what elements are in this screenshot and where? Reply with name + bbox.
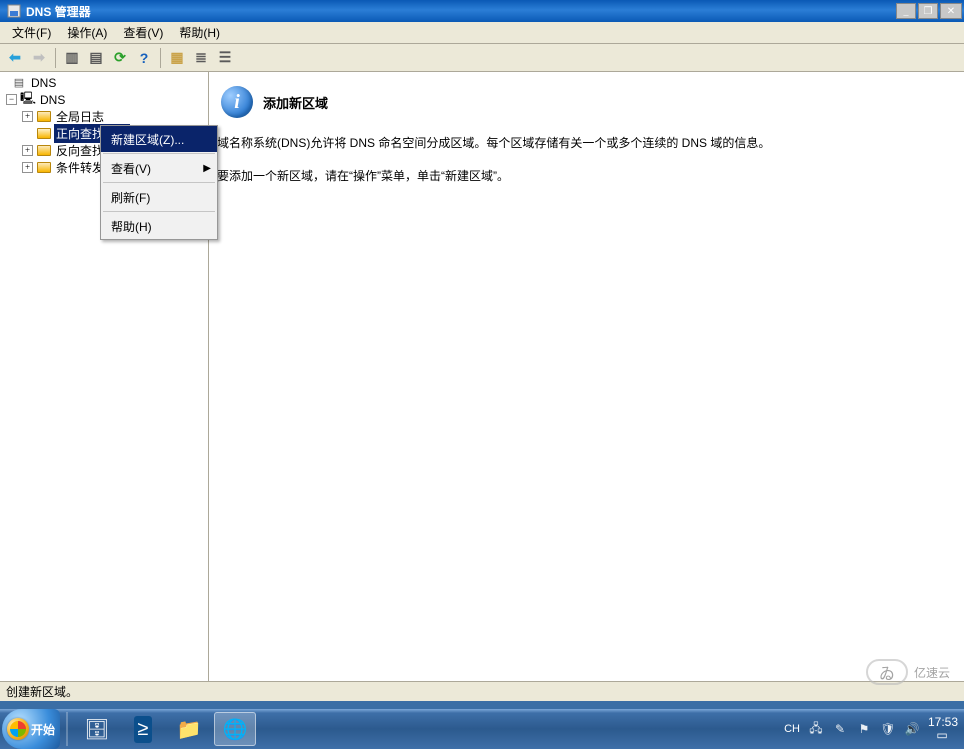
status-text: 创建新区域。 <box>6 683 78 700</box>
tree-node-0[interactable]: +全局日志 <box>2 108 208 125</box>
system-tray: CH 🖧 ✎ ⚑ 🛡 🔊 17:53 ▭ <box>784 716 964 742</box>
content-paragraph-1: 域名称系统(DNS)允许将 DNS 命名空间分成区域。每个区域存储有关一个或多个… <box>217 134 956 153</box>
content-body: 域名称系统(DNS)允许将 DNS 命名空间分成区域。每个区域存储有关一个或多个… <box>217 134 956 186</box>
explorer-icon[interactable]: 📁 <box>168 712 210 746</box>
up-icon[interactable]: ▥ <box>61 47 83 69</box>
dns-manager-icon-glyph: 🌐 <box>219 715 252 744</box>
watermark: ゐ 亿速云 <box>866 659 950 685</box>
powershell-icon-glyph: ≥ <box>134 716 153 743</box>
expand-icon[interactable]: + <box>22 162 33 173</box>
statusbar: 创建新区域。 <box>0 681 964 701</box>
close-button[interactable]: ✕ <box>940 3 962 19</box>
speaker-icon[interactable]: 🔊 <box>904 721 920 737</box>
content-header: i 添加新区域 <box>221 86 956 118</box>
folder-icon <box>36 127 52 140</box>
lang-indicator[interactable]: CH <box>784 723 800 735</box>
context-menu-item-6[interactable]: 帮助(H) <box>101 213 217 239</box>
toolbar: ⬅➡ ▥▤⟳? ▦≣☰ <box>0 44 964 72</box>
folder-icon <box>36 144 52 157</box>
context-menu-label: 查看(V) <box>111 160 151 177</box>
back-icon[interactable]: ⬅ <box>4 47 26 69</box>
network-icon[interactable]: 🖧 <box>808 721 824 737</box>
clock[interactable]: 17:53 ▭ <box>928 716 958 742</box>
watermark-icon: ゐ <box>866 659 908 685</box>
info-icon: i <box>221 86 253 118</box>
context-menu-item-0[interactable]: 新建区域(Z)... <box>101 126 217 152</box>
start-label: 开始 <box>31 721 55 738</box>
body-split: DNS − DNS +全局日志正向查找区域+反向查找区域+条件转发器 新建区域(… <box>0 72 964 681</box>
context-menu-item-2[interactable]: 查看(V) ▶ <box>101 155 217 181</box>
menu-view[interactable]: 查看(V) <box>115 22 171 43</box>
expand-icon[interactable]: + <box>22 145 33 156</box>
menubar: 文件(F) 操作(A) 查看(V) 帮助(H) <box>0 22 964 44</box>
titlebar: DNS 管理器 _ ❐ ✕ <box>0 0 964 22</box>
toolbar-separator <box>160 48 161 68</box>
context-menu-separator <box>103 182 215 183</box>
properties-icon[interactable]: ▤ <box>85 47 107 69</box>
folder-icon <box>36 110 52 123</box>
feedback-icon[interactable]: ✎ <box>832 721 848 737</box>
explorer-icon-glyph: 📁 <box>173 715 206 744</box>
taskbar: 开始 🗄 ≥ 📁 🌐 CH 🖧 ✎ ⚑ 🛡 🔊 17:53 ▭ <box>0 709 964 749</box>
forward-icon: ➡ <box>28 47 50 69</box>
context-menu: 新建区域(Z)... 查看(V) ▶ 刷新(F) 帮助(H) <box>100 125 218 240</box>
crefresh-icon[interactable]: ⟳ <box>109 47 131 69</box>
powershell-icon[interactable]: ≥ <box>122 712 164 746</box>
context-menu-item-4[interactable]: 刷新(F) <box>101 184 217 210</box>
tree-server-label: DNS <box>38 92 67 108</box>
start-orb-icon <box>7 718 29 740</box>
dns-manager-icon[interactable]: 🌐 <box>214 712 256 746</box>
server-manager-icon[interactable]: 🗄 <box>76 712 118 746</box>
filter-icon[interactable]: ▦ <box>166 47 188 69</box>
desktop-strip <box>0 701 964 709</box>
window-buttons: _ ❐ ✕ <box>896 3 962 19</box>
collapse-icon[interactable]: − <box>6 94 17 105</box>
detail-icon[interactable]: ☰ <box>214 47 236 69</box>
tree-server[interactable]: − DNS <box>2 91 208 108</box>
context-menu-separator <box>103 153 215 154</box>
perf-icon[interactable]: ⚑ <box>856 721 872 737</box>
app-icon <box>6 3 22 19</box>
menu-file[interactable]: 文件(F) <box>4 22 59 43</box>
taskbar-separator <box>66 712 68 746</box>
content-title: 添加新区域 <box>263 93 328 112</box>
context-menu-label: 刷新(F) <box>111 189 150 206</box>
server-icon <box>20 93 36 106</box>
context-menu-separator <box>103 211 215 212</box>
start-button[interactable]: 开始 <box>2 709 60 749</box>
watermark-text: 亿速云 <box>914 664 950 681</box>
menu-help[interactable]: 帮助(H) <box>171 22 228 43</box>
restore-button[interactable]: ❐ <box>918 3 938 19</box>
help-icon[interactable]: ? <box>133 47 155 69</box>
toolbar-separator <box>55 48 56 68</box>
folder-icon <box>36 161 52 174</box>
content-pane: i 添加新区域 域名称系统(DNS)允许将 DNS 命名空间分成区域。每个区域存… <box>209 72 964 681</box>
menu-action[interactable]: 操作(A) <box>59 22 115 43</box>
tree-pane: DNS − DNS +全局日志正向查找区域+反向查找区域+条件转发器 新建区域(… <box>0 72 209 681</box>
submenu-arrow-icon: ▶ <box>203 163 211 174</box>
list-icon[interactable]: ≣ <box>190 47 212 69</box>
dns-root-icon <box>11 76 27 89</box>
context-menu-label: 新建区域(Z)... <box>111 131 184 148</box>
shield-icon[interactable]: 🛡 <box>880 721 896 737</box>
minimize-button[interactable]: _ <box>896 3 916 19</box>
context-menu-label: 帮助(H) <box>111 218 152 235</box>
window-title: DNS 管理器 <box>26 3 896 20</box>
clock-date-icon: ▭ <box>928 729 958 742</box>
expand-icon[interactable]: + <box>22 111 33 122</box>
content-paragraph-2: 要添加一个新区域，请在“操作”菜单，单击“新建区域”。 <box>217 167 956 186</box>
server-manager-icon-glyph: 🗄 <box>80 715 113 744</box>
